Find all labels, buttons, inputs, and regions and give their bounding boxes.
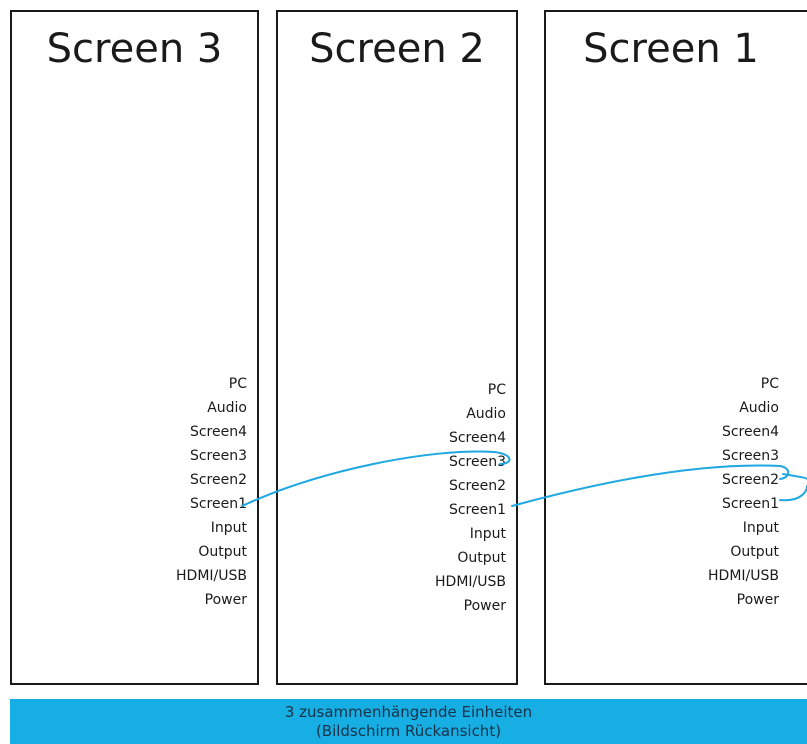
port-power: Power <box>463 598 506 614</box>
port-hdmi-usb: HDMI/USB <box>176 568 247 584</box>
caption-line-1: 3 zusammenhängende Einheiten <box>284 703 533 721</box>
port-screen1: Screen1 <box>189 496 247 512</box>
port-input: Input <box>210 520 247 536</box>
port-screen2: Screen2 <box>721 472 779 488</box>
port-audio: Audio <box>207 400 247 416</box>
port-screen2: Screen2 <box>189 472 247 488</box>
port-screen1: Screen1 <box>448 502 506 518</box>
screen-3-port-list: PC Audio Screen4 Screen3 Screen2 Screen1… <box>176 372 247 612</box>
port-pc: PC <box>228 376 247 392</box>
port-screen4: Screen4 <box>721 424 779 440</box>
screen-2-port-list: PC Audio Screen4 Screen3 Screen2 Screen1… <box>435 378 506 618</box>
port-screen2: Screen2 <box>448 478 506 494</box>
port-pc: PC <box>760 376 779 392</box>
port-hdmi-usb: HDMI/USB <box>708 568 779 584</box>
port-screen3: Screen3 <box>721 448 779 464</box>
screen-1-panel: Screen 1 PC Audio Screen4 Screen3 Screen… <box>544 10 807 685</box>
port-output: Output <box>457 550 506 566</box>
port-audio: Audio <box>739 400 779 416</box>
caption: 3 zusammenhängende Einheiten (Bildschirm… <box>10 699 807 744</box>
port-screen4: Screen4 <box>448 430 506 446</box>
port-pc: PC <box>487 382 506 398</box>
screen-1-port-list: PC Audio Screen4 Screen3 Screen2 Screen1… <box>708 372 779 612</box>
screen-2-panel: Screen 2 PC Audio Screen4 Screen3 Screen… <box>276 10 518 685</box>
port-output: Output <box>198 544 247 560</box>
port-input: Input <box>469 526 506 542</box>
port-screen3: Screen3 <box>448 454 506 470</box>
port-input: Input <box>742 520 779 536</box>
screen-3-panel: Screen 3 PC Audio Screen4 Screen3 Screen… <box>10 10 259 685</box>
port-power: Power <box>736 592 779 608</box>
port-output: Output <box>730 544 779 560</box>
port-audio: Audio <box>466 406 506 422</box>
port-hdmi-usb: HDMI/USB <box>435 574 506 590</box>
screen-2-title: Screen 2 <box>309 26 485 72</box>
port-screen1: Screen1 <box>721 496 779 512</box>
screen-1-title: Screen 1 <box>583 26 759 72</box>
port-power: Power <box>204 592 247 608</box>
port-screen4: Screen4 <box>189 424 247 440</box>
screen-3-title: Screen 3 <box>46 26 223 72</box>
caption-line-2: (Bildschirm Rückansicht) <box>315 722 502 740</box>
port-screen3: Screen3 <box>189 448 247 464</box>
